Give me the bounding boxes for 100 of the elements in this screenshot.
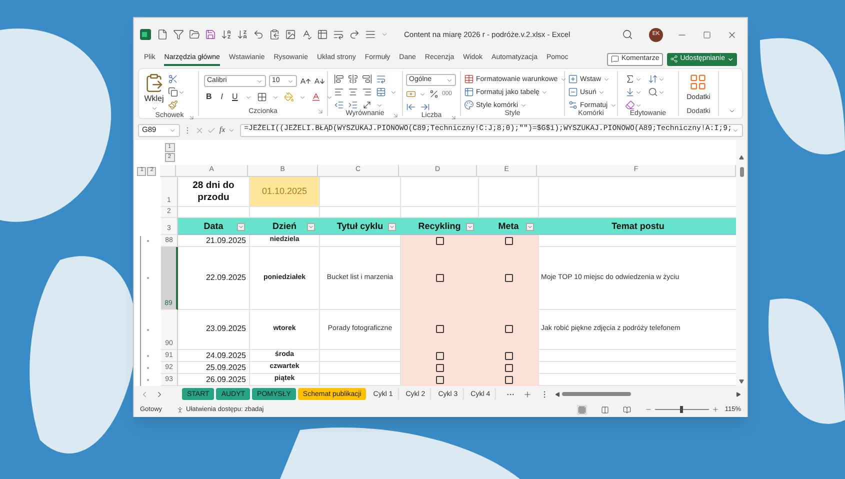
- checkbox[interactable]: [504, 352, 512, 360]
- collapse-ribbon-icon[interactable]: [728, 107, 736, 115]
- scroll-up-icon[interactable]: [739, 155, 744, 160]
- checkbox[interactable]: [504, 236, 512, 245]
- checkbox[interactable]: [504, 364, 512, 372]
- wrap-text-icon[interactable]: [333, 29, 344, 40]
- spell-check-icon[interactable]: [301, 29, 312, 40]
- bold-button[interactable]: B: [204, 93, 214, 101]
- table-format-icon[interactable]: [464, 87, 474, 97]
- diagonal-arrow-icon[interactable]: [362, 100, 372, 110]
- align-center-icon[interactable]: [348, 87, 358, 97]
- paintbrush-icon[interactable]: [168, 100, 178, 110]
- add-sheet-icon[interactable]: [523, 390, 532, 398]
- caret-icon[interactable]: [560, 76, 567, 82]
- italic-button[interactable]: I: [218, 93, 226, 101]
- indent-decrease-icon[interactable]: [334, 100, 344, 110]
- search-icon[interactable]: [622, 29, 633, 40]
- normal-view-icon[interactable]: [578, 406, 586, 414]
- caret-icon[interactable]: [287, 78, 294, 84]
- close-icon[interactable]: [727, 30, 737, 40]
- scissors-icon[interactable]: [168, 74, 178, 84]
- sort-filter-icon[interactable]: [648, 74, 658, 84]
- save-icon[interactable]: [205, 29, 216, 40]
- sum-icon[interactable]: [625, 74, 635, 84]
- wrap-text-icon[interactable]: [376, 74, 386, 84]
- align-top-icon[interactable]: [334, 74, 344, 84]
- checkbox[interactable]: [436, 236, 444, 245]
- checkbox[interactable]: [504, 325, 512, 334]
- page-break-icon[interactable]: [622, 406, 631, 414]
- caret-icon[interactable]: [298, 94, 306, 100]
- lines-icon[interactable]: [365, 29, 376, 40]
- clipboard-icon[interactable]: [144, 73, 164, 93]
- align-left-icon[interactable]: [334, 87, 344, 97]
- search-icon[interactable]: [648, 87, 658, 97]
- caret-icon[interactable]: [541, 88, 548, 96]
- share-icon[interactable]: [670, 55, 678, 63]
- paste-button[interactable]: Wklej: [144, 73, 164, 112]
- indent-increase-icon[interactable]: [348, 100, 358, 110]
- format-icon[interactable]: [568, 100, 578, 110]
- comment-icon[interactable]: [611, 55, 620, 63]
- align-right-icon[interactable]: [362, 87, 372, 97]
- caret-icon[interactable]: [244, 94, 252, 100]
- align-middle-icon[interactable]: [348, 74, 358, 84]
- page-layout-icon[interactable]: [600, 406, 609, 414]
- checkbox[interactable]: [436, 364, 444, 372]
- sort-descending-icon[interactable]: [237, 29, 248, 40]
- banknote-icon[interactable]: [406, 89, 416, 99]
- fill-down-icon[interactable]: [625, 87, 635, 97]
- caret-icon[interactable]: [169, 126, 176, 134]
- eraser-icon[interactable]: [625, 100, 635, 110]
- checkbox[interactable]: [504, 376, 512, 384]
- insert-icon[interactable]: [568, 74, 578, 84]
- align-bottom-icon[interactable]: [362, 74, 372, 84]
- caret-icon[interactable]: [256, 78, 263, 84]
- cell-styles-icon[interactable]: [464, 100, 474, 110]
- caret-icon[interactable]: [178, 88, 185, 96]
- increase-decimal-icon[interactable]: [420, 102, 430, 112]
- font-color-icon[interactable]: [310, 92, 321, 102]
- merge-cells-icon[interactable]: [376, 87, 386, 97]
- folder-icon[interactable]: [189, 29, 200, 40]
- scroll-right-icon[interactable]: [736, 392, 741, 396]
- new-file-icon[interactable]: [157, 29, 168, 40]
- redo-icon[interactable]: [349, 29, 360, 40]
- caret-icon[interactable]: [446, 76, 453, 84]
- checkbox[interactable]: [436, 352, 444, 360]
- delete-icon[interactable]: [568, 87, 578, 97]
- copy-icon[interactable]: [168, 87, 178, 97]
- sort-ascending-icon[interactable]: [221, 29, 232, 40]
- caret-icon[interactable]: [150, 105, 158, 112]
- undo-icon[interactable]: [253, 29, 264, 40]
- checkbox[interactable]: [504, 274, 512, 282]
- underline-button[interactable]: U: [230, 93, 240, 101]
- caret-icon[interactable]: [381, 31, 388, 38]
- insert-function-button[interactable]: fx: [219, 126, 226, 134]
- maximize-icon[interactable]: [703, 30, 711, 38]
- decrease-font-icon[interactable]: [314, 76, 325, 86]
- filter-icon[interactable]: [173, 29, 184, 40]
- scroll-left-icon[interactable]: [555, 392, 560, 396]
- borders-icon[interactable]: [256, 92, 267, 102]
- checkbox[interactable]: [436, 376, 444, 384]
- dialog-launcher-icon[interactable]: [317, 108, 324, 115]
- caret-icon[interactable]: [228, 126, 236, 134]
- caret-icon[interactable]: [326, 94, 333, 100]
- grid-icon[interactable]: [689, 73, 708, 91]
- dialog-launcher-icon[interactable]: [450, 114, 457, 121]
- caret-icon[interactable]: [732, 126, 739, 134]
- table-icon[interactable]: [317, 29, 328, 40]
- increase-font-icon[interactable]: [300, 76, 311, 86]
- checkbox[interactable]: [436, 274, 444, 282]
- dialog-launcher-icon[interactable]: [392, 112, 399, 119]
- decrease-decimal-icon[interactable]: [406, 102, 416, 112]
- checkbox[interactable]: [436, 325, 444, 334]
- percent-icon[interactable]: [429, 89, 439, 99]
- zoom-slider-thumb[interactable]: [680, 406, 684, 413]
- horizontal-scrollbar[interactable]: [555, 389, 741, 399]
- fill-color-icon[interactable]: [284, 92, 294, 102]
- clipboard-icon[interactable]: [269, 29, 280, 40]
- caret-icon[interactable]: [419, 90, 426, 98]
- caret-icon[interactable]: [520, 102, 528, 108]
- next-sheet-icon[interactable]: [155, 390, 164, 398]
